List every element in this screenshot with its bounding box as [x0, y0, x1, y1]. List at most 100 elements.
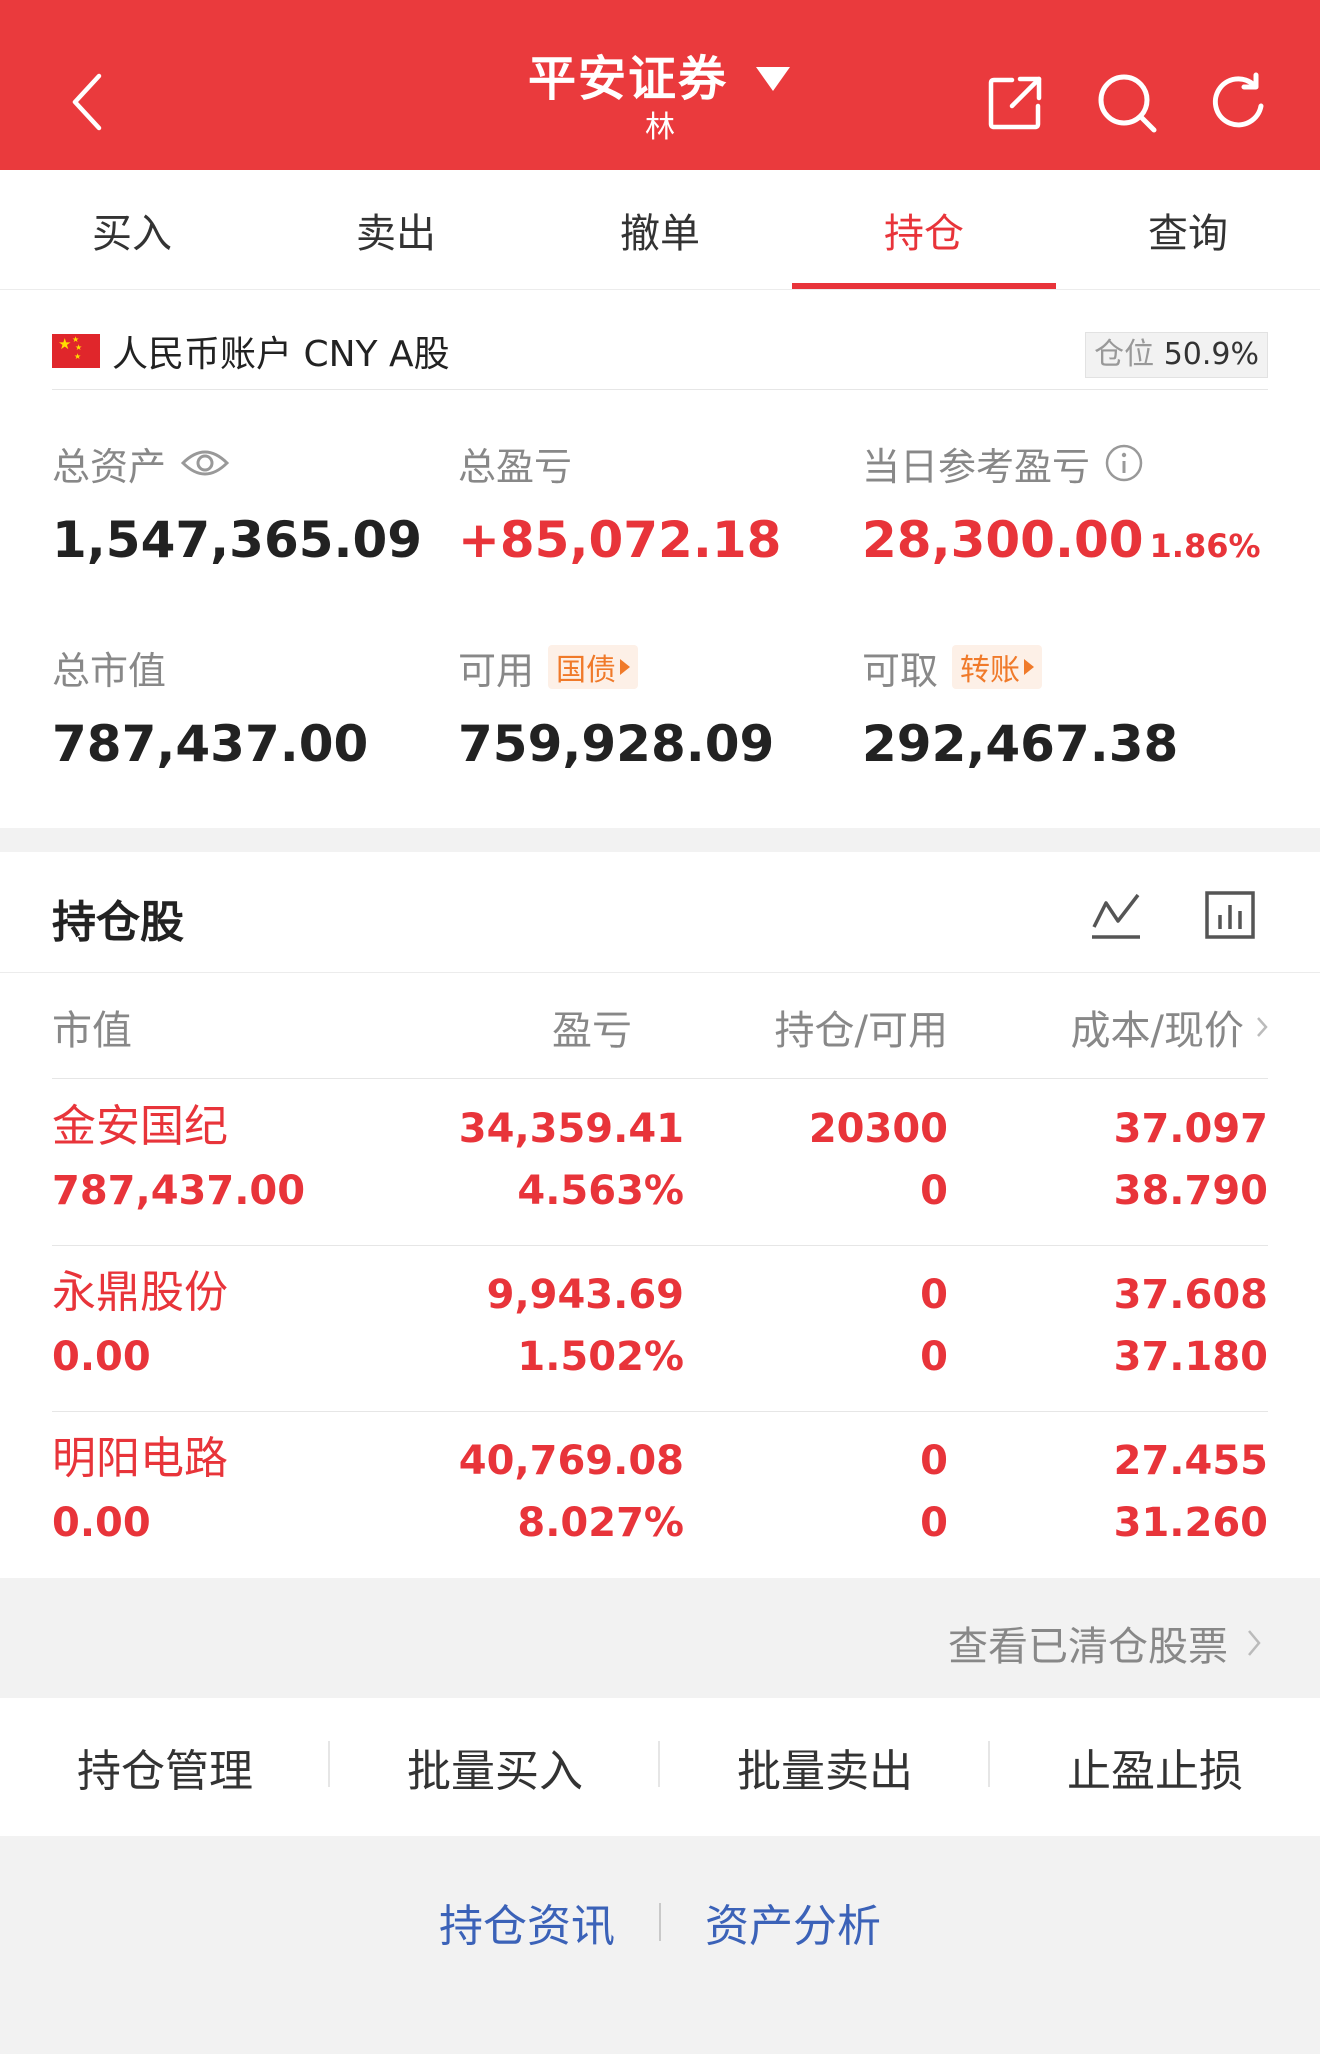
asset-analysis-link[interactable]: 资产分析 [705, 1890, 881, 1954]
search-button[interactable] [1096, 62, 1158, 144]
treasury-bond-tag-label: 国债 [556, 653, 617, 688]
info-icon[interactable] [1104, 443, 1144, 483]
position-ratio-label: 仓位 [1094, 337, 1155, 372]
trade-tabs: 买入 卖出 撤单 持仓 查询 [0, 170, 1320, 290]
tab-sell[interactable]: 卖出 [264, 170, 528, 289]
app-header: 平安证券 林 [0, 0, 1320, 170]
holding-row[interactable]: 金安国纪 787,437.00 34,359.41 4.563% 20300 0… [52, 1080, 1268, 1246]
total-pnl-label: 总盈亏 [458, 444, 573, 489]
daily-pnl: 当日参考盈亏 28,300.00 1.86% [862, 438, 1261, 576]
cleared-stocks-label: 查看已清仓股票 [948, 1624, 1228, 1670]
china-flag-icon: ★ ★ ★ ★ [52, 333, 100, 368]
stock-name: 明阳电路 [52, 1433, 228, 1484]
stock-name: 永鼎股份 [52, 1267, 228, 1318]
stock-available: 0 [920, 1500, 948, 1546]
holdings-section: 持仓股 市值 盈亏 持仓/可用 成本/现价 金安国纪 787,437.00 34… [0, 852, 1320, 1578]
holdings-title: 持仓股 [52, 897, 184, 948]
line-chart-icon [1092, 893, 1140, 939]
dropdown-triangle-icon [756, 67, 790, 91]
tab-cancel-order[interactable]: 撤单 [528, 170, 792, 289]
refresh-icon [1212, 72, 1264, 128]
back-arrow-icon [72, 73, 102, 131]
total-assets-label: 总资产 [52, 444, 167, 489]
stock-price: 38.790 [1113, 1168, 1268, 1214]
stock-market-value: 0.00 [52, 1500, 151, 1546]
market-value-value: 787,437.00 [52, 715, 369, 773]
col-header-cost-price-label: 成本/现价 [1070, 1008, 1244, 1054]
total-assets-value: 1,547,365.09 [52, 511, 423, 569]
withdrawable-label: 可取 [862, 648, 939, 693]
batch-buy-button[interactable]: 批量买入 [330, 1735, 660, 1799]
stock-pnl-pct: 8.027% [517, 1500, 684, 1546]
treasury-bond-tag[interactable]: 国债 [548, 645, 639, 689]
position-ratio-badge: 仓位 50.9% [1085, 332, 1268, 378]
market-value-label: 总市值 [52, 648, 167, 693]
stock-position: 20300 [808, 1106, 948, 1152]
tab-positions[interactable]: 持仓 [792, 170, 1056, 289]
stock-position: 0 [920, 1438, 948, 1484]
daily-pnl-pct: 1.86% [1149, 527, 1261, 565]
col-header-cost-price[interactable]: 成本/现价 [1071, 998, 1268, 1056]
triangle-right-icon [1024, 659, 1035, 675]
share-icon [988, 76, 1042, 130]
position-actions: 持仓管理 批量买入 批量卖出 止盈止损 [0, 1698, 1320, 1836]
total-assets: 总资产 1,547,365.09 [52, 438, 422, 570]
stock-market-value: 787,437.00 [52, 1168, 306, 1214]
available-value: 759,928.09 [458, 715, 775, 773]
daily-pnl-label: 当日参考盈亏 [862, 444, 1091, 489]
take-profit-stop-loss-button[interactable]: 止盈止损 [990, 1735, 1320, 1799]
refresh-button[interactable] [1208, 62, 1270, 144]
transfer-tag[interactable]: 转账 [952, 645, 1043, 689]
bar-chart-icon [1205, 891, 1255, 939]
account-summary: ★ ★ ★ ★ 人民币账户 CNY A股 仓位 50.9% 总资产 1,547,365… [0, 290, 1320, 828]
manage-positions-button[interactable]: 持仓管理 [0, 1735, 330, 1799]
stock-pnl-pct: 1.502% [517, 1334, 684, 1380]
account-name: 人民币账户 CNY A股 [112, 333, 450, 375]
stock-cost: 27.455 [1113, 1438, 1268, 1484]
stock-pnl: 9,943.69 [486, 1272, 684, 1318]
stock-available: 0 [920, 1168, 948, 1214]
stock-market-value: 0.00 [52, 1334, 151, 1380]
stock-cost: 37.608 [1113, 1272, 1268, 1318]
triangle-right-icon [620, 659, 631, 675]
stock-price: 31.260 [1113, 1500, 1268, 1546]
holding-row[interactable]: 永鼎股份 0.00 9,943.69 1.502% 0 0 37.608 37.… [52, 1246, 1268, 1412]
col-header-position: 持仓/可用 [774, 1008, 948, 1054]
total-pnl: 总盈亏 +85,072.18 [458, 438, 781, 570]
broker-switcher[interactable]: 平安证券 林 [430, 48, 890, 148]
bottom-links: 持仓资讯 资产分析 [0, 1836, 1320, 2054]
stock-name: 金安国纪 [52, 1101, 228, 1152]
search-icon [1098, 74, 1157, 133]
holding-row[interactable]: 明阳电路 0.00 40,769.08 8.027% 0 0 27.455 31… [52, 1412, 1268, 1578]
position-ratio-value: 50.9% [1163, 337, 1259, 372]
available-funds: 可用 国债 759,928.09 [458, 642, 774, 774]
eye-icon[interactable] [180, 447, 230, 479]
daily-pnl-value: 28,300.00 [862, 511, 1144, 569]
stock-available: 0 [920, 1334, 948, 1380]
trend-chart-button[interactable] [1088, 886, 1144, 944]
divider [659, 1903, 661, 1941]
account-row: ★ ★ ★ ★ 人民币账户 CNY A股 仓位 50.9% [52, 312, 1268, 390]
col-header-pnl: 盈亏 [552, 1008, 632, 1054]
transfer-tag-label: 转账 [960, 653, 1021, 688]
batch-sell-button[interactable]: 批量卖出 [660, 1735, 990, 1799]
holding-news-link[interactable]: 持仓资讯 [439, 1890, 615, 1954]
stock-pnl: 40,769.08 [458, 1438, 684, 1484]
cleared-stocks-link[interactable]: 查看已清仓股票 [948, 1614, 1262, 1672]
page-title: 平安证券 [527, 51, 728, 107]
tab-query[interactable]: 查询 [1056, 170, 1320, 289]
stock-cost: 37.097 [1113, 1106, 1268, 1152]
available-label: 可用 [458, 648, 535, 693]
share-button[interactable] [984, 62, 1046, 144]
stock-position: 0 [920, 1272, 948, 1318]
stock-pnl-pct: 4.563% [517, 1168, 684, 1214]
bar-chart-button[interactable] [1202, 886, 1258, 944]
chevron-right-icon [1248, 1630, 1261, 1656]
chevron-right-icon [1257, 1017, 1268, 1037]
divider [0, 972, 1320, 973]
tab-buy[interactable]: 买入 [0, 170, 264, 289]
back-button[interactable] [52, 62, 122, 142]
cleared-stocks-bar: 查看已清仓股票 [0, 1578, 1320, 1698]
stock-price: 37.180 [1113, 1334, 1268, 1380]
account-holder-name: 林 [645, 110, 675, 145]
